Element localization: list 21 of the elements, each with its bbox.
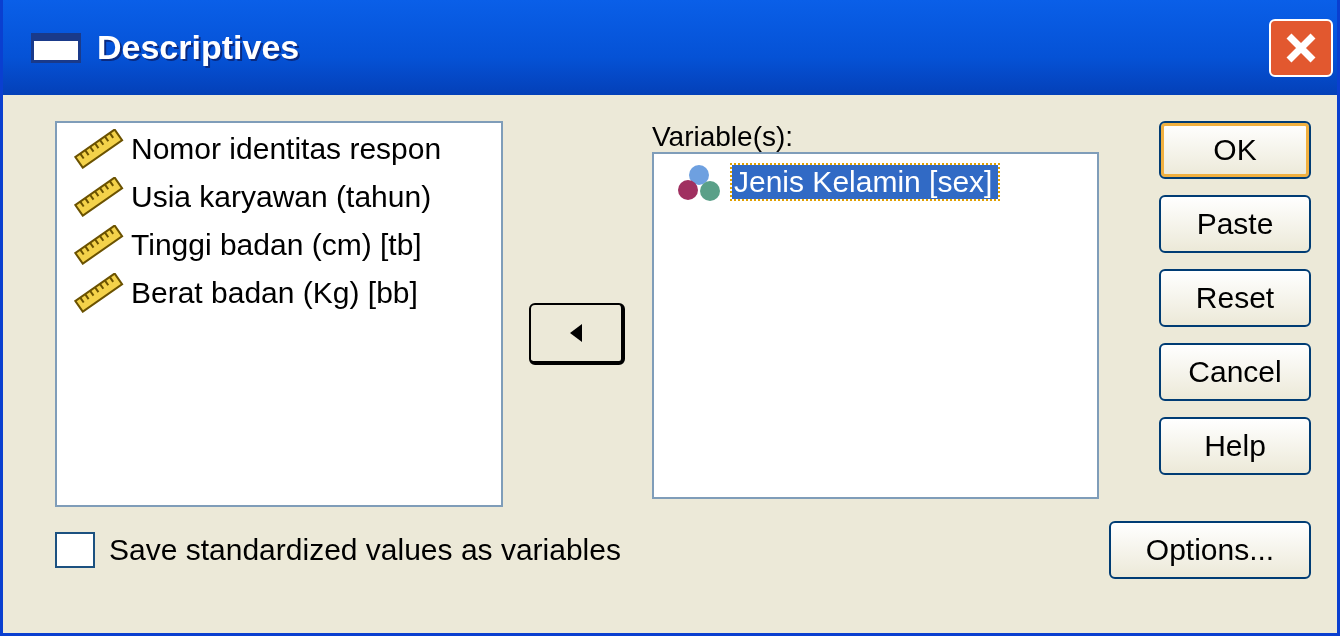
variable-item[interactable]: Tinggi badan (cm) [tb] [131,228,422,262]
source-variable-list[interactable]: Nomor identitas respon Usia karyawan (tahun) Tinggi badan (cm) [tb] Berat badan (Kg) [bb] [55,121,503,507]
variable-item[interactable]: Nomor identitas respon [131,132,442,166]
move-button[interactable] [529,303,626,365]
close-button[interactable] [1269,18,1333,77]
options-button[interactable]: Options... [1109,521,1311,579]
window-icon [31,32,81,63]
dialog-button[interactable]: Paste [1159,195,1311,253]
window-title: Descriptives [97,28,301,67]
dialog-button[interactable]: Reset [1159,269,1311,327]
variable-item[interactable]: Usia karyawan (tahun) [131,180,432,214]
checkbox-label: Save standardized values as variables [109,533,622,567]
triangle-icon [570,324,583,342]
target-variable-list[interactable]: Jenis Kelamin [sex] [652,152,1099,499]
variable-item[interactable]: Jenis Kelamin [sex] [732,165,999,199]
dialog-button[interactable]: Cancel [1159,343,1311,401]
checkbox[interactable] [55,532,95,568]
dialog-button[interactable]: OK [1159,121,1311,179]
dialog-button[interactable]: Help [1159,417,1311,475]
variables-label: Variable(s): [652,121,795,152]
variable-item[interactable]: Berat badan (Kg) [bb] [131,276,418,310]
